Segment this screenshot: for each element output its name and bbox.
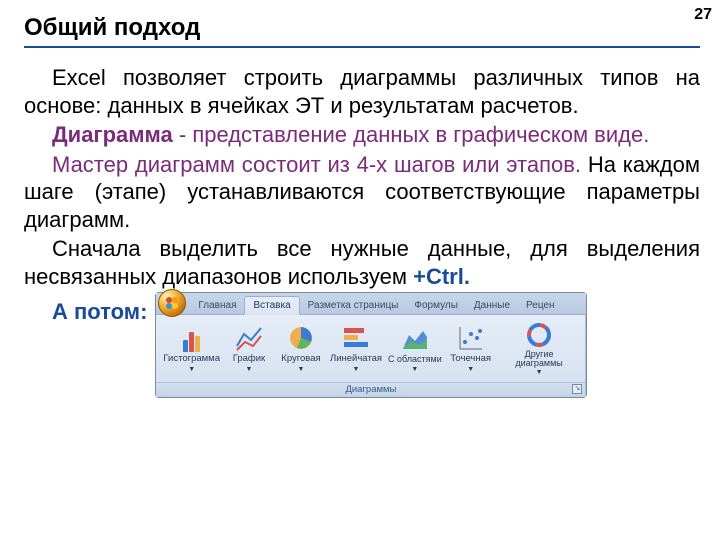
bar-chart-icon: [342, 324, 370, 352]
btn-label: Круговая: [281, 353, 320, 365]
dropdown-icon: ▼: [298, 366, 305, 375]
btn-label: С областями: [388, 354, 442, 365]
paragraph-5: А потом: Главная Вставка Разметка страни…: [24, 292, 700, 398]
group-title: Диаграммы ↘: [156, 382, 585, 397]
wizard-steps: Мастер диаграмм состоит из 4-х шагов или…: [52, 152, 581, 177]
ribbon-body: Гистограмма ▼ График ▼: [156, 315, 586, 397]
tab-page-layout[interactable]: Разметка страницы: [300, 297, 407, 315]
paragraph-4: Сначала выделить все нужные данные, для …: [24, 235, 700, 290]
ribbon-tabs: Главная Вставка Разметка страницы Формул…: [156, 293, 586, 315]
tab-data[interactable]: Данные: [466, 297, 518, 315]
dropdown-icon: ▼: [467, 366, 474, 375]
dropdown-icon: ▼: [353, 366, 360, 375]
other-charts-icon: [525, 321, 553, 349]
scatter-chart-icon: [457, 324, 485, 352]
group-title-text: Диаграммы: [345, 384, 396, 395]
tab-review[interactable]: Рецен: [518, 297, 563, 315]
ctrl-hint: +Ctrl.: [413, 264, 470, 289]
btn-label: Гистограмма: [163, 353, 220, 365]
btn-scatter-chart[interactable]: Точечная ▼: [445, 322, 497, 377]
line-chart-icon: [235, 324, 263, 352]
btn-label: Точечная: [450, 353, 491, 365]
btn-label: Линейчатая: [330, 353, 382, 365]
btn-line-chart[interactable]: График ▼: [223, 322, 275, 377]
dropdown-icon: ▼: [411, 366, 418, 375]
select-instr: Сначала выделить все нужные данные, для …: [24, 236, 700, 289]
term-definition: - представление данных в графическом вид…: [173, 122, 650, 147]
group-charts: Гистограмма ▼ График ▼: [156, 315, 586, 397]
title-rule: [24, 46, 700, 48]
body-text: Excel позволяет строить диаграммы различ…: [24, 64, 700, 398]
chart-buttons-row: Гистограмма ▼ График ▼: [156, 315, 585, 382]
then-label: А потом:: [24, 292, 147, 326]
dropdown-icon: ▼: [188, 366, 195, 375]
dropdown-icon: ▼: [536, 369, 543, 378]
btn-other-charts[interactable]: Другие диаграммы ▼: [497, 319, 582, 380]
paragraph-2: Диаграмма - представление данных в графи…: [24, 121, 700, 149]
excel-ribbon: Главная Вставка Разметка страницы Формул…: [155, 292, 587, 398]
btn-bar-chart[interactable]: Линейчатая ▼: [327, 322, 385, 377]
btn-label: График: [233, 353, 265, 365]
term-diagram: Диаграмма: [52, 122, 173, 147]
page-number: 27: [694, 6, 712, 24]
btn-pie-chart[interactable]: Круговая ▼: [275, 322, 327, 377]
btn-label: Другие диаграммы: [500, 350, 579, 368]
paragraph-3: Мастер диаграмм состоит из 4-х шагов или…: [24, 151, 700, 234]
dropdown-icon: ▼: [246, 366, 253, 375]
office-logo-icon: [164, 295, 180, 311]
paragraph-1: Excel позволяет строить диаграммы различ…: [24, 64, 700, 119]
area-chart-icon: [401, 325, 429, 353]
pie-chart-icon: [287, 324, 315, 352]
tab-formulas[interactable]: Формулы: [406, 297, 466, 315]
tab-home[interactable]: Главная: [190, 297, 244, 315]
tab-insert[interactable]: Вставка: [244, 296, 299, 316]
btn-area-chart[interactable]: С областями ▼: [385, 323, 445, 377]
column-chart-icon: [178, 324, 206, 352]
slide-title: Общий подход: [24, 14, 700, 42]
group-expand-icon[interactable]: ↘: [572, 384, 582, 394]
btn-column-chart[interactable]: Гистограмма ▼: [160, 322, 223, 377]
